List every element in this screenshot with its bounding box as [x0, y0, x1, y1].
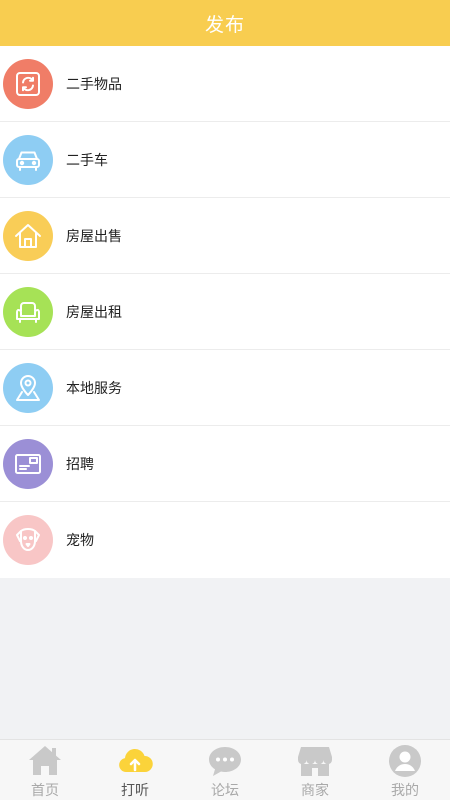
category-label: 宠物	[66, 533, 94, 549]
id-card-icon	[3, 438, 53, 489]
sofa-icon	[3, 286, 53, 337]
category-item-pets[interactable]: 宠物	[0, 502, 450, 578]
category-label: 房屋出售	[66, 228, 122, 245]
category-label: 房屋出租	[66, 304, 122, 321]
category-label: 二手车	[66, 152, 108, 169]
car-icon	[3, 134, 53, 185]
store-icon	[297, 744, 333, 778]
tab-inquire[interactable]: 打听	[90, 740, 180, 800]
category-list: 二手物品 二手车 房屋出售 房屋出租 本地服务 招聘 宠物	[0, 46, 450, 578]
tab-home[interactable]: 首页	[0, 740, 90, 800]
dog-face-icon	[3, 515, 53, 565]
tab-mine[interactable]: 我的	[360, 740, 450, 800]
house-icon	[3, 210, 53, 261]
tab-label: 我的	[391, 783, 419, 799]
user-icon	[387, 744, 423, 778]
category-label: 二手物品	[66, 76, 122, 93]
home-icon	[27, 744, 63, 778]
tab-label: 首页	[31, 783, 59, 799]
tab-label: 商家	[301, 783, 329, 799]
page-title: 发布	[204, 13, 245, 36]
header-bar: 发布	[0, 0, 450, 46]
category-item-used-car[interactable]: 二手车	[0, 122, 450, 198]
bottom-tab-bar: 首页 打听 论坛 商家 我的	[0, 739, 450, 800]
tab-merchants[interactable]: 商家	[270, 740, 360, 800]
category-item-local-service[interactable]: 本地服务	[0, 350, 450, 426]
tab-label: 论坛	[211, 783, 239, 799]
category-item-house-sale[interactable]: 房屋出售	[0, 198, 450, 274]
cloud-upload-icon	[117, 744, 153, 778]
category-label: 本地服务	[66, 380, 122, 397]
category-item-house-rent[interactable]: 房屋出租	[0, 274, 450, 350]
category-label: 招聘	[66, 456, 94, 473]
refresh-box-icon	[3, 58, 53, 109]
category-item-used-goods[interactable]: 二手物品	[0, 46, 450, 122]
tab-forum[interactable]: 论坛	[180, 740, 270, 800]
tab-label: 打听	[121, 783, 149, 799]
location-pin-icon	[3, 362, 53, 413]
chat-bubble-icon	[207, 744, 243, 778]
category-item-recruitment[interactable]: 招聘	[0, 426, 450, 502]
